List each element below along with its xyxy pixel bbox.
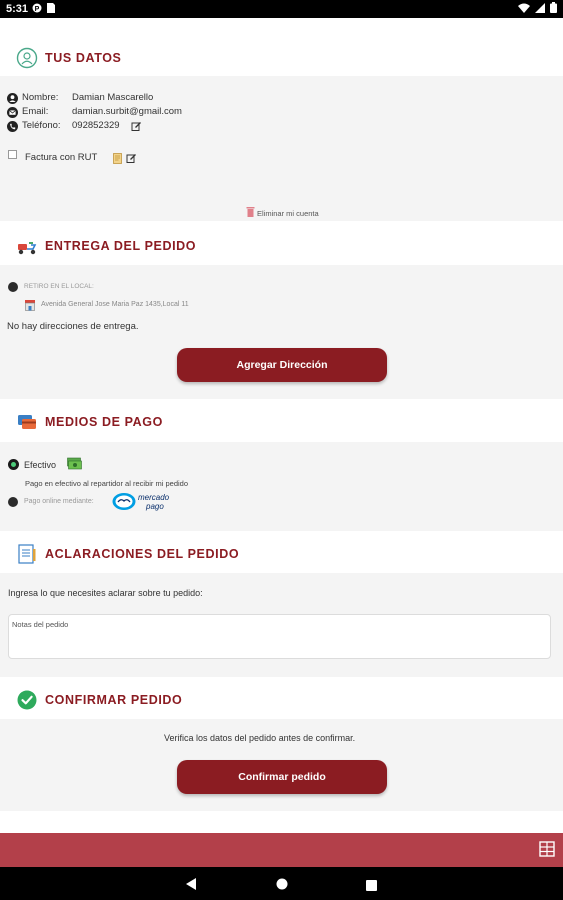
entrega-header: ENTREGA DEL PEDIDO <box>0 226 563 266</box>
telefono-value: 092852329 <box>72 120 120 131</box>
recents-icon[interactable] <box>366 878 377 896</box>
confirmar-pedido-button[interactable]: Confirmar pedido <box>177 760 387 794</box>
wifi-icon <box>518 3 530 16</box>
verify-text: Verifica los datos del pedido antes de c… <box>164 733 356 743</box>
medios-pago-panel: Efectivo Pago en efectivo al repartidor … <box>0 442 563 531</box>
system-nav-bar <box>0 867 563 900</box>
confirmar-header: CONFIRMAR PEDIDO <box>0 680 563 720</box>
status-right-icons <box>518 2 557 16</box>
invoice-icon <box>112 151 123 169</box>
online-radio[interactable] <box>8 497 18 507</box>
tus-datos-header: TUS DATOS <box>0 38 563 78</box>
tus-datos-panel: Nombre: Damian Mascarello Email: damian.… <box>0 76 563 221</box>
cash-icon <box>67 457 82 475</box>
phone-icon <box>7 119 18 137</box>
mercado-pago-text-top: mercado <box>138 493 170 502</box>
medios-pago-title: MEDIOS DE PAGO <box>45 415 163 429</box>
efectivo-desc: Pago en efectivo al repartidor al recibi… <box>25 479 189 488</box>
entrega-title: ENTREGA DEL PEDIDO <box>45 239 197 253</box>
user-circle-icon <box>16 47 38 69</box>
status-time: 5:31 <box>6 3 29 15</box>
status-bar: 5:31 P <box>0 0 563 18</box>
tus-datos-title: TUS DATOS <box>45 51 122 65</box>
email-value: damian.surbit@gmail.com <box>72 106 182 117</box>
efectivo-radio[interactable] <box>8 459 19 470</box>
mercado-pago-text-bottom: pago <box>146 502 164 511</box>
nombre-label: Nombre: <box>22 92 59 103</box>
notas-pedido-field[interactable]: Notas del pedido <box>8 614 551 659</box>
eliminar-cuenta-link[interactable]: Eliminar mi cuenta <box>246 204 319 222</box>
online-label: Pago online mediante: <box>24 498 94 505</box>
confirmar-panel: Verifica los datos del pedido antes de c… <box>0 719 563 811</box>
cart-grid-icon[interactable] <box>539 841 555 862</box>
back-icon[interactable] <box>186 877 197 895</box>
edit-rut-icon[interactable] <box>126 151 137 169</box>
aclaraciones-prompt: Ingresa lo que necesites aclarar sobre t… <box>8 588 203 598</box>
retiro-radio[interactable] <box>8 282 18 292</box>
trash-icon <box>246 204 255 222</box>
no-direcciones-text: No hay direcciones de entrega. <box>7 321 139 332</box>
factura-label: Factura con RUT <box>25 152 98 163</box>
store-icon <box>24 298 36 316</box>
notas-pedido-label: Notas del pedido <box>12 620 69 629</box>
signal-icon <box>535 2 545 16</box>
entrega-panel: RETIRO EN EL LOCAL: Avenida General Jose… <box>0 265 563 399</box>
telefono-label: Teléfono: <box>22 120 61 131</box>
delivery-scooter-icon <box>16 235 38 257</box>
retiro-label: RETIRO EN EL LOCAL: <box>24 283 94 290</box>
check-circle-icon <box>16 689 38 711</box>
mercado-pago-logo <box>112 492 136 516</box>
agregar-direccion-button[interactable]: Agregar Dirección <box>177 348 387 382</box>
payment-cards-icon <box>16 411 38 433</box>
edit-phone-icon[interactable] <box>131 119 142 137</box>
home-icon[interactable] <box>276 877 288 895</box>
eliminar-cuenta-label: Eliminar mi cuenta <box>257 208 319 218</box>
confirmar-title: CONFIRMAR PEDIDO <box>45 693 183 707</box>
battery-icon <box>550 2 557 16</box>
bottom-cart-bar <box>0 833 563 867</box>
sim-card-icon <box>47 3 57 14</box>
efectivo-label: Efectivo <box>24 460 57 470</box>
factura-checkbox[interactable] <box>8 150 17 159</box>
local-address: Avenida General Jose Maria Paz 1435,Loca… <box>41 301 189 308</box>
aclaraciones-panel: Ingresa lo que necesites aclarar sobre t… <box>0 573 563 677</box>
nombre-value: Damian Mascarello <box>72 92 154 103</box>
email-label: Email: <box>22 106 49 117</box>
aclaraciones-title: ACLARACIONES DEL PEDIDO <box>45 547 240 561</box>
svg-text:P: P <box>35 6 40 13</box>
aclaraciones-header: ACLARACIONES DEL PEDIDO <box>0 534 563 574</box>
medios-pago-header: MEDIOS DE PAGO <box>0 402 563 442</box>
app-notification-icon: P <box>32 3 42 14</box>
notepad-icon <box>16 543 38 565</box>
